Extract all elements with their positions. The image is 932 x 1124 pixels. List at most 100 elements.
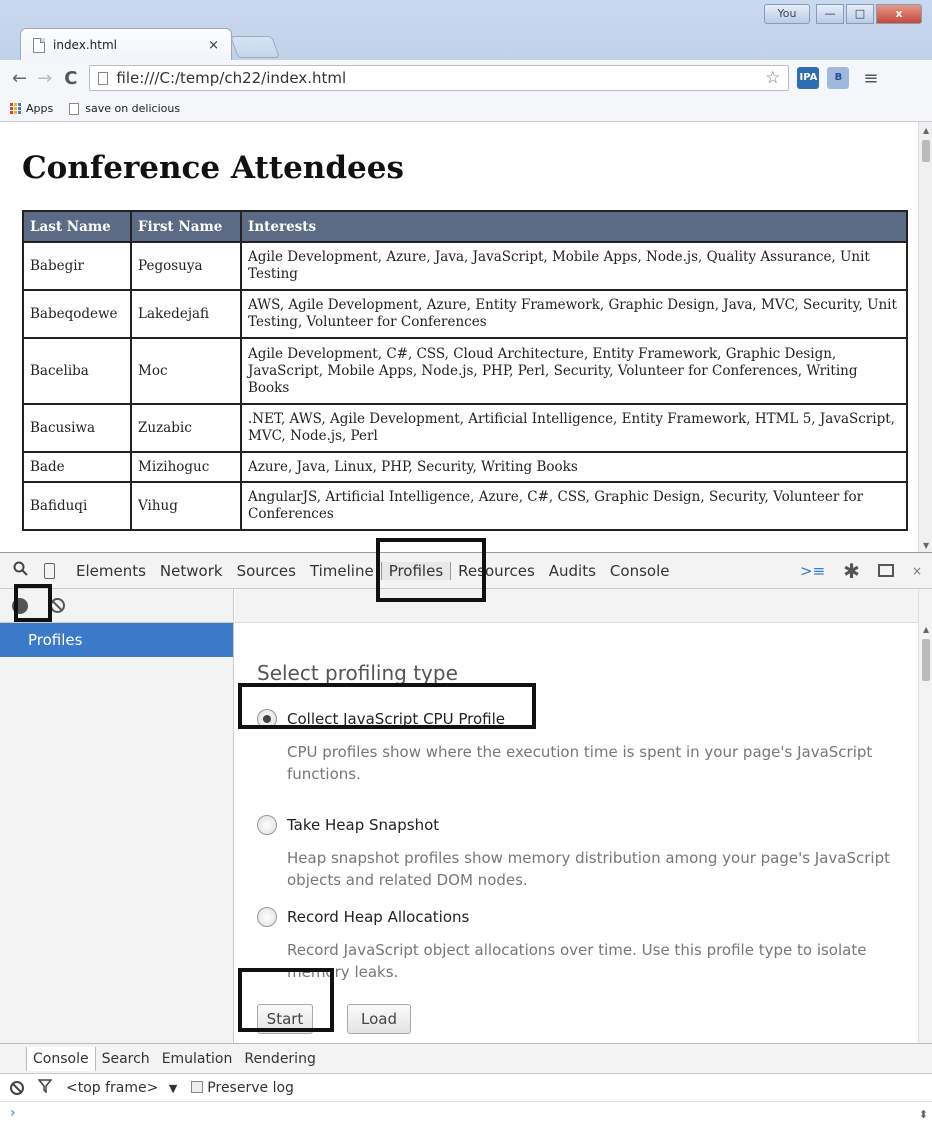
interests-cell: Agile Development, C#, CSS, Cloud Archit…: [240, 337, 908, 405]
page-title: Conference Attendees: [22, 150, 404, 186]
browser-tab[interactable]: index.html ×: [20, 28, 232, 61]
column-header: Last Name: [22, 210, 132, 243]
profiles-status-bar: [235, 589, 918, 623]
console-prompt[interactable]: ›: [0, 1102, 932, 1124]
last-name-cell: Baceliba: [22, 337, 132, 405]
drawer-tab-emulation[interactable]: Emulation: [156, 1047, 239, 1071]
tab-title: index.html: [53, 38, 117, 52]
dock-side-icon[interactable]: [877, 564, 894, 577]
close-window-button[interactable]: x: [876, 4, 922, 24]
clear-all-profiles-icon[interactable]: [50, 598, 65, 613]
profile-type-heap-allocations: Record Heap Allocations Record JavaScrip…: [257, 907, 915, 983]
profile-type-heap-snapshot: Take Heap Snapshot Heap snapshot profile…: [257, 815, 915, 891]
clear-console-icon[interactable]: [10, 1080, 24, 1095]
bookmark-label: save on delicious: [85, 102, 181, 115]
bookmark-apps[interactable]: Apps: [10, 102, 53, 115]
bookmarks-bar: Apps save on delicious: [0, 96, 932, 122]
heap-allocations-radio[interactable]: [257, 907, 277, 927]
back-icon[interactable]: ←: [12, 68, 27, 89]
preserve-log-label: Preserve log: [207, 1079, 294, 1096]
address-bar[interactable]: file:///C:/temp/ch22/index.html ☆: [89, 65, 790, 91]
last-name-cell: Babegir: [22, 241, 132, 291]
minimize-button[interactable]: —: [816, 4, 844, 24]
drawer-tab-rendering[interactable]: Rendering: [238, 1047, 322, 1071]
profiles-sidebar: Profiles: [0, 589, 234, 1043]
sidebar-item-profiles[interactable]: Profiles: [0, 623, 233, 657]
column-header: Interests: [240, 210, 908, 243]
scroll-thumb[interactable]: [922, 140, 930, 162]
preserve-log-option[interactable]: Preserve log: [191, 1080, 294, 1096]
scroll-up-icon[interactable]: ▲: [923, 625, 929, 634]
show-drawer-icon[interactable]: >≡: [800, 562, 825, 580]
load-button[interactable]: Load: [347, 1004, 411, 1034]
inspect-search-icon[interactable]: [10, 561, 30, 580]
reload-icon[interactable]: C: [64, 68, 77, 89]
interests-cell: Agile Development, Azure, Java, JavaScri…: [240, 241, 908, 291]
page-icon: [33, 37, 45, 53]
first-name-cell: Vihug: [130, 481, 242, 531]
console-drawer: Console Search Emulation Rendering <top …: [0, 1043, 932, 1124]
extension-icon[interactable]: B: [827, 67, 850, 89]
profile-type-description: Record JavaScript object allocations ove…: [287, 941, 867, 981]
interests-cell: Azure, Java, Linux, PHP, Security, Writi…: [240, 451, 908, 483]
page-icon: [69, 102, 80, 115]
profile-type-label[interactable]: Take Heap Snapshot: [287, 816, 439, 834]
devtools-scrollbar[interactable]: ▲: [918, 589, 932, 1043]
page-scrollbar[interactable]: ▲ ▼: [918, 122, 932, 552]
scroll-thumb[interactable]: [922, 639, 930, 681]
tab-audits[interactable]: Audits: [542, 562, 603, 580]
tab-timeline[interactable]: Timeline: [303, 562, 381, 580]
tab-close-icon[interactable]: ×: [208, 38, 219, 53]
forward-icon[interactable]: →: [37, 68, 52, 89]
tab-console[interactable]: Console: [603, 562, 677, 580]
bookmark-save-on-delicious[interactable]: save on delicious: [69, 102, 180, 115]
browser-toolbar: ← → C file:///C:/temp/ch22/index.html ☆ …: [0, 60, 932, 96]
scroll-down-icon[interactable]: ▼: [923, 541, 929, 550]
attendees-table: Last Name First Name Interests Babegir P…: [22, 210, 908, 531]
annotation-box-record-button: [14, 584, 52, 622]
apps-grid-icon: [10, 103, 21, 114]
drawer-tab-search[interactable]: Search: [96, 1047, 156, 1071]
frame-selector[interactable]: <top frame> ▼: [66, 1080, 177, 1096]
tab-sources[interactable]: Sources: [230, 562, 303, 580]
settings-gear-icon[interactable]: ✱: [843, 559, 860, 583]
maximize-button[interactable]: □: [846, 4, 874, 24]
device-mode-icon[interactable]: [44, 562, 55, 579]
window-controls: You — □ x: [764, 4, 922, 24]
filter-icon[interactable]: [37, 1078, 53, 1097]
tab-network[interactable]: Network: [153, 562, 230, 580]
user-profile-button[interactable]: You: [764, 4, 810, 24]
dropdown-arrow-icon: ▼: [168, 1081, 178, 1095]
menu-icon[interactable]: ≡: [863, 68, 878, 89]
console-toolbar: <top frame> ▼ Preserve log: [0, 1074, 932, 1102]
url-text[interactable]: file:///C:/temp/ch22/index.html: [116, 69, 346, 87]
drawer-tab-console[interactable]: Console: [26, 1046, 96, 1071]
extension-ipa-icon[interactable]: IPA: [797, 67, 820, 89]
profile-type-label[interactable]: Record Heap Allocations: [287, 908, 469, 926]
interests-cell: .NET, AWS, Agile Development, Artificial…: [240, 403, 908, 453]
bookmark-star-icon[interactable]: ☆: [765, 68, 780, 88]
profile-type-description: Heap snapshot profiles show memory distr…: [287, 849, 890, 889]
resize-handle-icon[interactable]: ⬍: [919, 1108, 928, 1121]
preserve-log-checkbox[interactable]: [191, 1080, 204, 1093]
last-name-cell: Bacusiwa: [22, 403, 132, 453]
table-header-row: Last Name First Name Interests: [22, 210, 908, 243]
interests-cell: AngularJS, Artificial Intelligence, Azur…: [240, 481, 908, 531]
profile-type-description: CPU profiles show where the execution ti…: [287, 743, 873, 783]
frame-select-value: <top frame>: [66, 1079, 159, 1096]
heap-snapshot-radio[interactable]: [257, 815, 277, 835]
close-devtools-icon[interactable]: ×: [912, 564, 922, 578]
table-row: Bacusiwa Zuzabic .NET, AWS, Agile Develo…: [22, 403, 908, 453]
last-name-cell: Bafiduqi: [22, 481, 132, 531]
column-header: First Name: [130, 210, 242, 243]
new-tab-button[interactable]: [229, 36, 281, 58]
table-row: Babeqodewe Lakedejafi AWS, Agile Develop…: [22, 289, 908, 339]
annotation-box-profiles-tab: [376, 538, 486, 602]
tab-elements[interactable]: Elements: [69, 562, 153, 580]
table-row: Bade Mizihoguc Azure, Java, Linux, PHP, …: [22, 451, 908, 483]
first-name-cell: Pegosuya: [130, 241, 242, 291]
interests-cell: AWS, Agile Development, Azure, Entity Fr…: [240, 289, 908, 339]
table-row: Babegir Pegosuya Agile Development, Azur…: [22, 241, 908, 291]
scroll-up-icon[interactable]: ▲: [923, 126, 929, 135]
drawer-tab-bar: Console Search Emulation Rendering: [0, 1044, 932, 1074]
